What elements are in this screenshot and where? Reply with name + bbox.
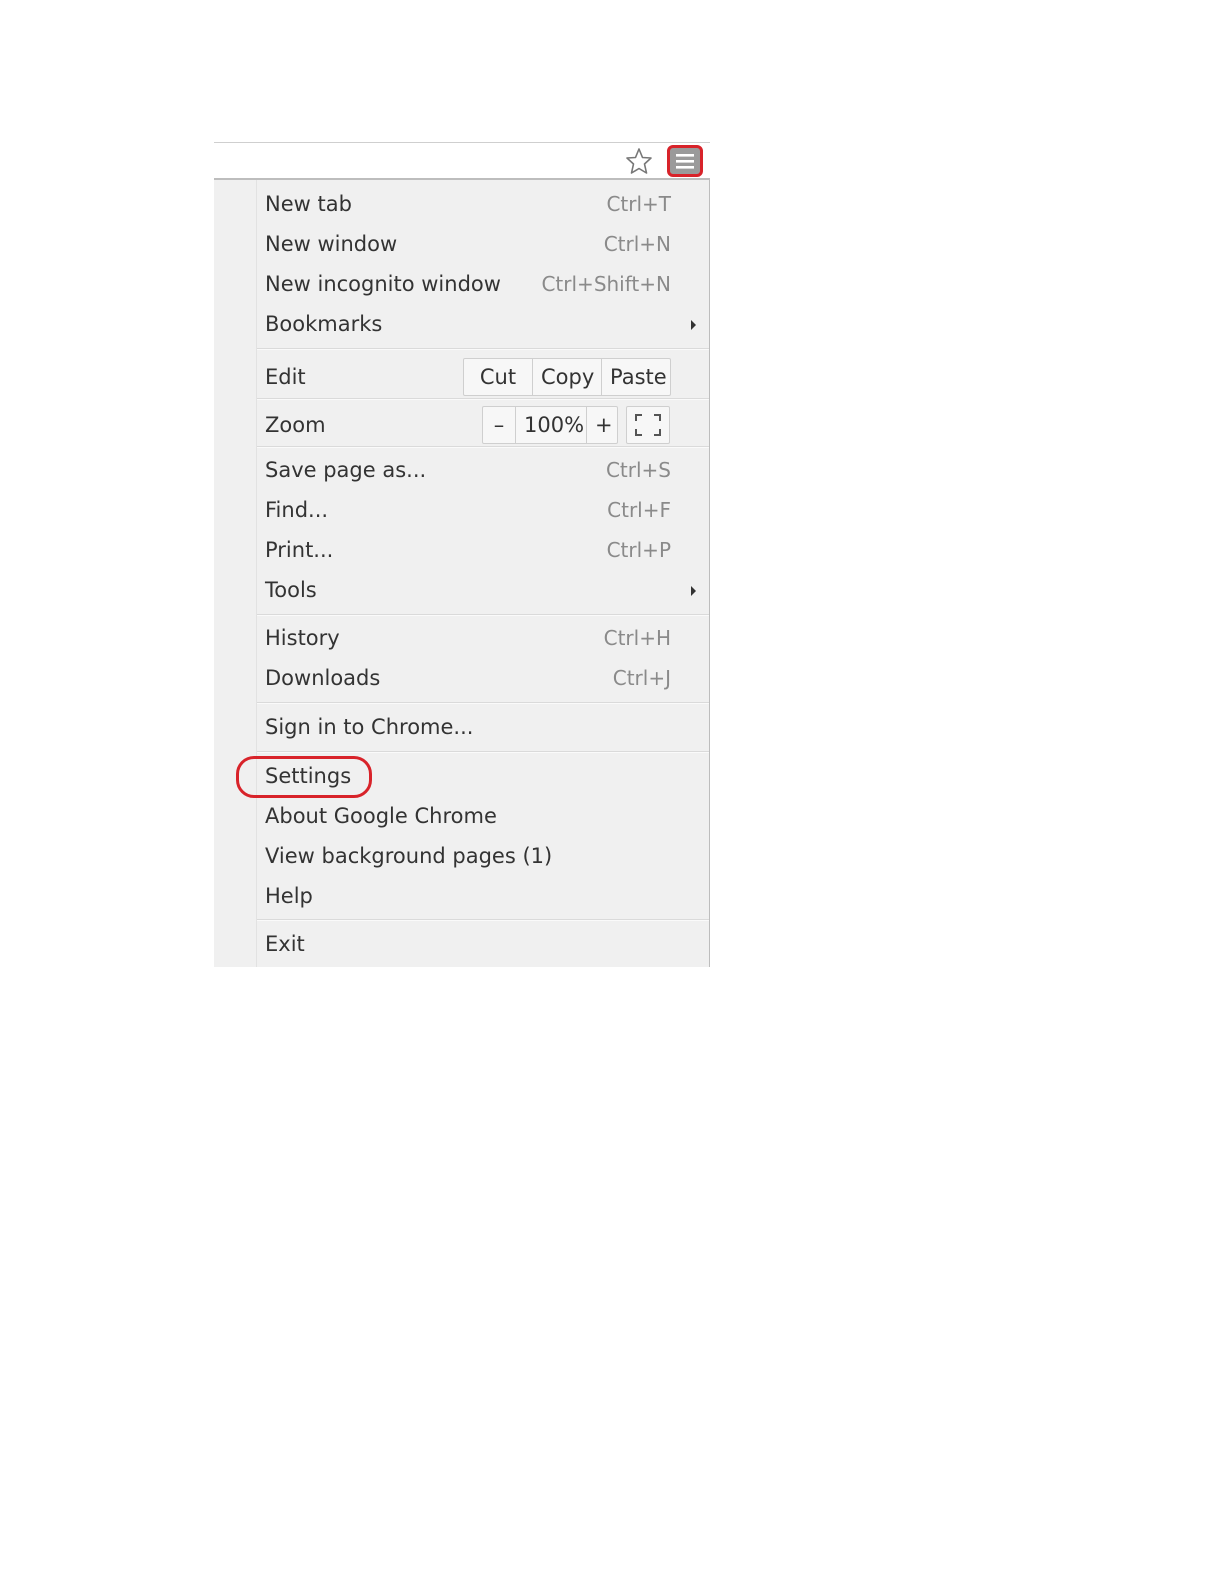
menu-item-label: Edit xyxy=(265,365,306,389)
menu-item-about-google-chrome[interactable]: About Google Chrome xyxy=(257,798,709,834)
menu-item-label: Sign in to Chrome... xyxy=(265,715,474,739)
edit-button-group: Cut Copy Paste xyxy=(463,358,671,396)
menu-item-history[interactable]: History Ctrl+H xyxy=(257,620,709,656)
menu-item-zoom: Zoom – 100% + xyxy=(257,402,709,448)
menu-separator xyxy=(257,751,709,753)
menu-item-label: New tab xyxy=(265,192,352,216)
zoom-out-button[interactable]: – xyxy=(483,407,516,443)
browser-screenshot: New tab Ctrl+T New window Ctrl+N New inc… xyxy=(214,142,710,967)
menu-item-downloads[interactable]: Downloads Ctrl+J xyxy=(257,660,709,696)
menu-item-label: Help xyxy=(265,884,313,908)
menu-item-label: Downloads xyxy=(265,666,381,690)
chrome-main-menu: New tab Ctrl+T New window Ctrl+N New inc… xyxy=(256,180,710,967)
zoom-in-button[interactable]: + xyxy=(587,407,617,443)
chrome-menu-button[interactable] xyxy=(667,145,703,177)
menu-item-shortcut: Ctrl+Shift+N xyxy=(541,272,671,296)
menu-item-shortcut: Ctrl+J xyxy=(612,666,671,690)
menu-item-label: New window xyxy=(265,232,398,256)
menu-item-shortcut: Ctrl+F xyxy=(607,498,671,522)
menu-item-label: Bookmarks xyxy=(265,312,383,336)
menu-item-tools[interactable]: Tools xyxy=(257,572,709,608)
cut-button[interactable]: Cut xyxy=(464,359,533,395)
menu-item-help[interactable]: Help xyxy=(257,878,709,914)
menu-item-exit[interactable]: Exit xyxy=(257,926,709,962)
paste-button[interactable]: Paste xyxy=(602,359,670,395)
settings-highlight-annotation xyxy=(236,756,372,798)
menu-item-label: History xyxy=(265,626,340,650)
menu-item-bookmarks[interactable]: Bookmarks xyxy=(257,306,709,342)
menu-item-shortcut: Ctrl+N xyxy=(603,232,671,256)
menu-item-label: Zoom xyxy=(265,413,326,437)
browser-toolbar xyxy=(214,142,710,180)
menu-item-label: Tools xyxy=(265,578,317,602)
menu-item-find[interactable]: Find... Ctrl+F xyxy=(257,492,709,528)
menu-item-shortcut: Ctrl+P xyxy=(606,538,671,562)
menu-separator xyxy=(257,702,709,704)
zoom-level: 100% xyxy=(516,407,587,443)
menu-item-label: About Google Chrome xyxy=(265,804,497,828)
submenu-arrow-icon xyxy=(691,320,696,330)
menu-item-view-background-pages[interactable]: View background pages (1) xyxy=(257,838,709,874)
menu-separator xyxy=(257,446,709,448)
menu-item-sign-in[interactable]: Sign in to Chrome... xyxy=(257,709,709,745)
menu-item-label: Save page as... xyxy=(265,458,427,482)
menu-item-shortcut: Ctrl+H xyxy=(603,626,671,650)
copy-button[interactable]: Copy xyxy=(533,359,602,395)
menu-item-label: Exit xyxy=(265,932,305,956)
menu-item-shortcut: Ctrl+T xyxy=(606,192,671,216)
menu-item-label: Print... xyxy=(265,538,334,562)
star-outline-icon[interactable] xyxy=(625,147,653,175)
menu-item-shortcut: Ctrl+S xyxy=(605,458,671,482)
menu-item-print[interactable]: Print... Ctrl+P xyxy=(257,532,709,568)
menu-item-new-incognito-window[interactable]: New incognito window Ctrl+Shift+N xyxy=(257,266,709,302)
menu-item-label: View background pages (1) xyxy=(265,844,553,868)
menu-separator xyxy=(257,614,709,616)
menu-separator xyxy=(257,348,709,350)
menu-item-label: New incognito window xyxy=(265,272,501,296)
fullscreen-button[interactable] xyxy=(626,406,670,444)
menu-item-new-tab[interactable]: New tab Ctrl+T xyxy=(257,186,709,222)
menu-item-save-page-as[interactable]: Save page as... Ctrl+S xyxy=(257,452,709,488)
menu-separator xyxy=(257,919,709,921)
zoom-controls: – 100% + xyxy=(482,406,618,444)
menu-item-new-window[interactable]: New window Ctrl+N xyxy=(257,226,709,262)
menu-item-edit: Edit Cut Copy Paste xyxy=(257,354,709,400)
hamburger-menu-icon xyxy=(676,154,694,169)
menu-item-label: Find... xyxy=(265,498,329,522)
menu-separator xyxy=(257,398,709,400)
submenu-arrow-icon xyxy=(691,586,696,596)
fullscreen-icon xyxy=(635,414,661,436)
